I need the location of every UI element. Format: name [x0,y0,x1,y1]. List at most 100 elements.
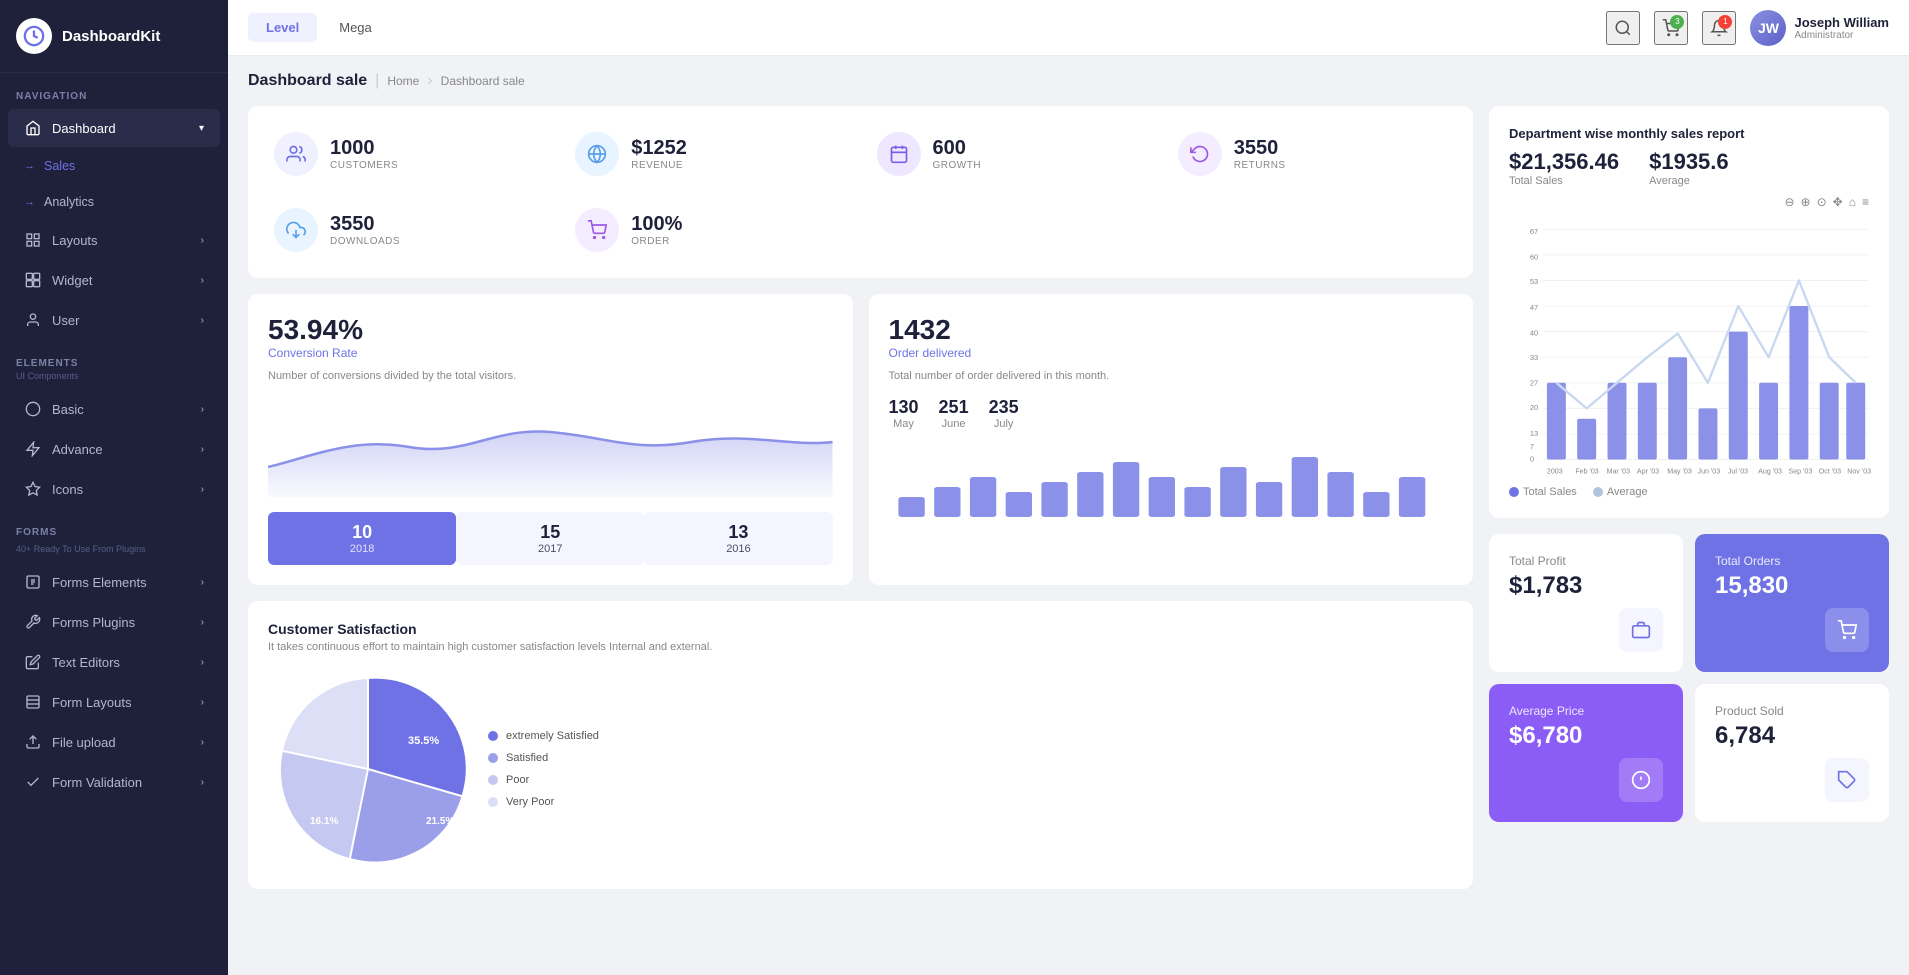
layouts-icon [24,231,42,249]
logo[interactable]: DashboardKit [0,0,228,73]
year-badge-2016[interactable]: 13 2016 [644,512,832,565]
growth-icon [877,132,921,176]
sidebar-item-forms-elements[interactable]: Forms Elements › [8,563,220,601]
stat-revenue: $1252 REVENUE [565,122,854,186]
topbar-right: 3 1 JW Joseph William Administrator [1606,10,1889,46]
product-sold-label: Product Sold [1715,704,1869,718]
widget-icon [24,271,42,289]
logo-text: DashboardKit [62,28,160,45]
notification-button[interactable]: 1 [1702,11,1736,45]
month-may: 130 May [889,397,919,430]
orders-icon-right [1715,608,1869,652]
revenue-label: REVENUE [631,160,687,171]
sidebar-item-advance[interactable]: Advance › [8,430,220,468]
svg-text:Oct '03: Oct '03 [1819,468,1841,476]
total-sales-value: $21,356.46 [1509,149,1619,175]
sidebar-item-forms-plugins[interactable]: Forms Plugins › [8,603,220,641]
legend-label-3: Poor [506,774,529,786]
zoom-actual-icon[interactable]: ⊙ [1817,195,1827,209]
sidebar-item-file-upload[interactable]: File upload › [8,723,220,761]
sidebar-item-user[interactable]: User › [8,301,220,339]
svg-text:Jun '03: Jun '03 [1698,468,1721,476]
year-badge-2017[interactable]: 15 2017 [456,512,644,565]
legend-very-poor: Very Poor [488,796,599,808]
user-arrow: › [201,315,204,326]
breadcrumb: Dashboard sale | Home › Dashboard sale [248,72,1889,90]
zoom-out-icon[interactable]: ⊖ [1784,195,1794,209]
product-icon-right [1715,758,1869,802]
avg-price-label: Average Price [1509,704,1663,718]
avatar: JW [1750,10,1786,46]
svg-text:May '03: May '03 [1667,468,1692,476]
stat-downloads: 3550 DOWNLOADS [264,198,553,262]
sidebar-item-sales[interactable]: Sales [8,149,220,183]
user-profile[interactable]: JW Joseph William Administrator [1750,10,1889,46]
satisfaction-title: Customer Satisfaction [268,621,1453,637]
elements-label: ELEMENTS [0,340,228,371]
logo-icon [16,18,52,54]
sidebar-item-analytics[interactable]: Analytics [8,185,220,219]
middle-cards: 53.94% Conversion Rate Number of convers… [248,294,1473,585]
avg-icon-right [1509,758,1663,802]
may-label: May [893,418,914,430]
svg-text:Feb '03: Feb '03 [1575,468,1598,476]
stat-cards: 1000 CUSTOMERS $1252 REVENUE [248,106,1473,278]
product-sold-card: Product Sold 6,784 [1695,684,1889,822]
year-badge-2018[interactable]: 10 2018 [268,512,456,565]
breadcrumb-home[interactable]: Home [387,74,419,88]
svg-text:53: 53 [1530,277,1538,286]
order-delivered-card: 1432 Order delivered Total number of ord… [869,294,1474,585]
order-delivered-value: 1432 [889,314,1454,346]
sidebar-item-form-validation[interactable]: Form Validation › [8,763,220,801]
home-chart-icon[interactable]: ⌂ [1849,195,1856,209]
dashboard-label: Dashboard [52,121,116,136]
legend-label-1: extremely Satisfied [506,730,599,742]
menu-chart-icon[interactable]: ≡ [1862,195,1869,209]
search-button[interactable] [1606,11,1640,45]
tab-mega[interactable]: Mega [321,13,390,42]
growth-label: GROWTH [933,160,982,171]
sidebar-item-icons[interactable]: Icons › [8,470,220,508]
pan-icon[interactable]: ✥ [1833,195,1843,209]
may-value: 130 [889,397,919,418]
total-sales-item: $21,356.46 Total Sales [1509,149,1619,187]
stat-customers: 1000 CUSTOMERS [264,122,553,186]
total-orders-value: 15,830 [1715,572,1869,600]
sidebar-item-form-layouts[interactable]: Form Layouts › [8,683,220,721]
svg-text:2003: 2003 [1547,468,1563,476]
advance-arrow: › [201,444,204,455]
form-layouts-label: Form Layouts [52,695,131,710]
order-bar-chart [889,442,1454,522]
user-name: Joseph William [1794,15,1889,30]
zoom-in-icon[interactable]: ⊕ [1801,195,1811,209]
widget-arrow: › [201,275,204,286]
main-sales-chart: 67 60 53 47 40 33 27 20 13 7 0 [1509,213,1869,473]
revenue-icon [575,132,619,176]
profit-icon-box [1619,608,1663,652]
svg-text:20: 20 [1530,403,1538,412]
total-profit-card: Total Profit $1,783 [1489,534,1683,672]
user-icon [24,311,42,329]
chart-controls: ⊖ ⊕ ⊙ ✥ ⌂ ≡ [1509,195,1869,209]
legend-total-sales: Total Sales [1509,486,1577,498]
downloads-label: DOWNLOADS [330,236,400,247]
customers-icon [274,132,318,176]
june-value: 251 [939,397,969,418]
sidebar-item-dashboard[interactable]: Dashboard ▾ [8,109,220,147]
conversion-chart [268,397,833,497]
sidebar-item-text-editors[interactable]: Text Editors › [8,643,220,681]
conversion-desc: Number of conversions divided by the tot… [268,368,833,385]
sidebar-item-widget[interactable]: Widget › [8,261,220,299]
legend-dot-1 [488,731,498,741]
svg-text:40: 40 [1530,328,1538,337]
bottom-right-stats: Total Profit $1,783 Total Orders 15,830 [1489,534,1889,822]
sidebar-item-basic[interactable]: Basic › [8,390,220,428]
order-icon [575,208,619,252]
forms-pl-icon [24,613,42,631]
legend-average-dot [1593,487,1603,497]
tab-level[interactable]: Level [248,13,317,42]
cart-button[interactable]: 3 [1654,11,1688,45]
sidebar-item-layouts[interactable]: Layouts › [8,221,220,259]
growth-text: 600 GROWTH [933,137,982,171]
legend-label-2: Satisfied [506,752,548,764]
